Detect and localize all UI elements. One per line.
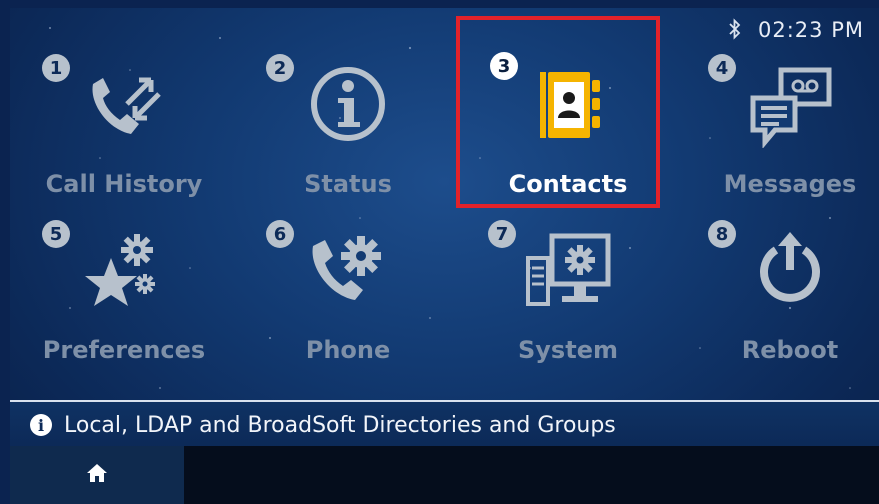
tile-reboot[interactable]: 8 Reboot [680,214,879,384]
tile-number: 6 [266,220,294,248]
tile-number: 5 [42,220,70,248]
info-bar: i Local, LDAP and BroadSoft Directories … [10,400,879,448]
tile-label: Status [304,170,392,198]
bottom-bar [10,446,879,504]
tile-number: 4 [708,54,736,82]
tile-messages[interactable]: 4 Messages [680,46,879,216]
bluetooth-icon [728,18,742,45]
tile-label: Phone [305,336,391,364]
info-circle-icon: i [30,414,52,436]
phone-gear-icon [303,228,393,312]
call-history-icon [79,64,169,148]
tile-label: Messages [723,170,857,198]
tile-number: 7 [488,220,516,248]
clock: 02:23 PM [758,18,864,42]
tile-label: System [518,336,618,364]
home-button[interactable] [10,446,184,504]
tile-number: 1 [42,54,70,82]
tile-status[interactable]: 2 Status [238,46,458,216]
phone-screen: 02:23 PM 1 Call History 2 Status 3 Conta… [10,8,879,504]
power-reboot-icon [750,228,830,312]
info-icon [308,64,388,148]
home-icon [85,462,109,488]
tile-call-history[interactable]: 1 Call History [14,46,234,216]
star-gear-icon [79,228,169,316]
tile-system[interactable]: 7 System [458,214,678,384]
selection-highlight [456,16,660,208]
info-bar-text: Local, LDAP and BroadSoft Directories an… [64,412,616,438]
tile-label: Call History [45,170,203,198]
tile-label: Reboot [741,336,839,364]
computer-gear-icon [520,228,616,314]
tile-phone[interactable]: 6 Phone [238,214,458,384]
tile-number: 2 [266,54,294,82]
tile-number: 8 [708,220,736,248]
voicemail-messages-icon [745,64,835,152]
tile-preferences[interactable]: 5 Preferences [14,214,234,384]
tile-label: Preferences [42,336,206,364]
